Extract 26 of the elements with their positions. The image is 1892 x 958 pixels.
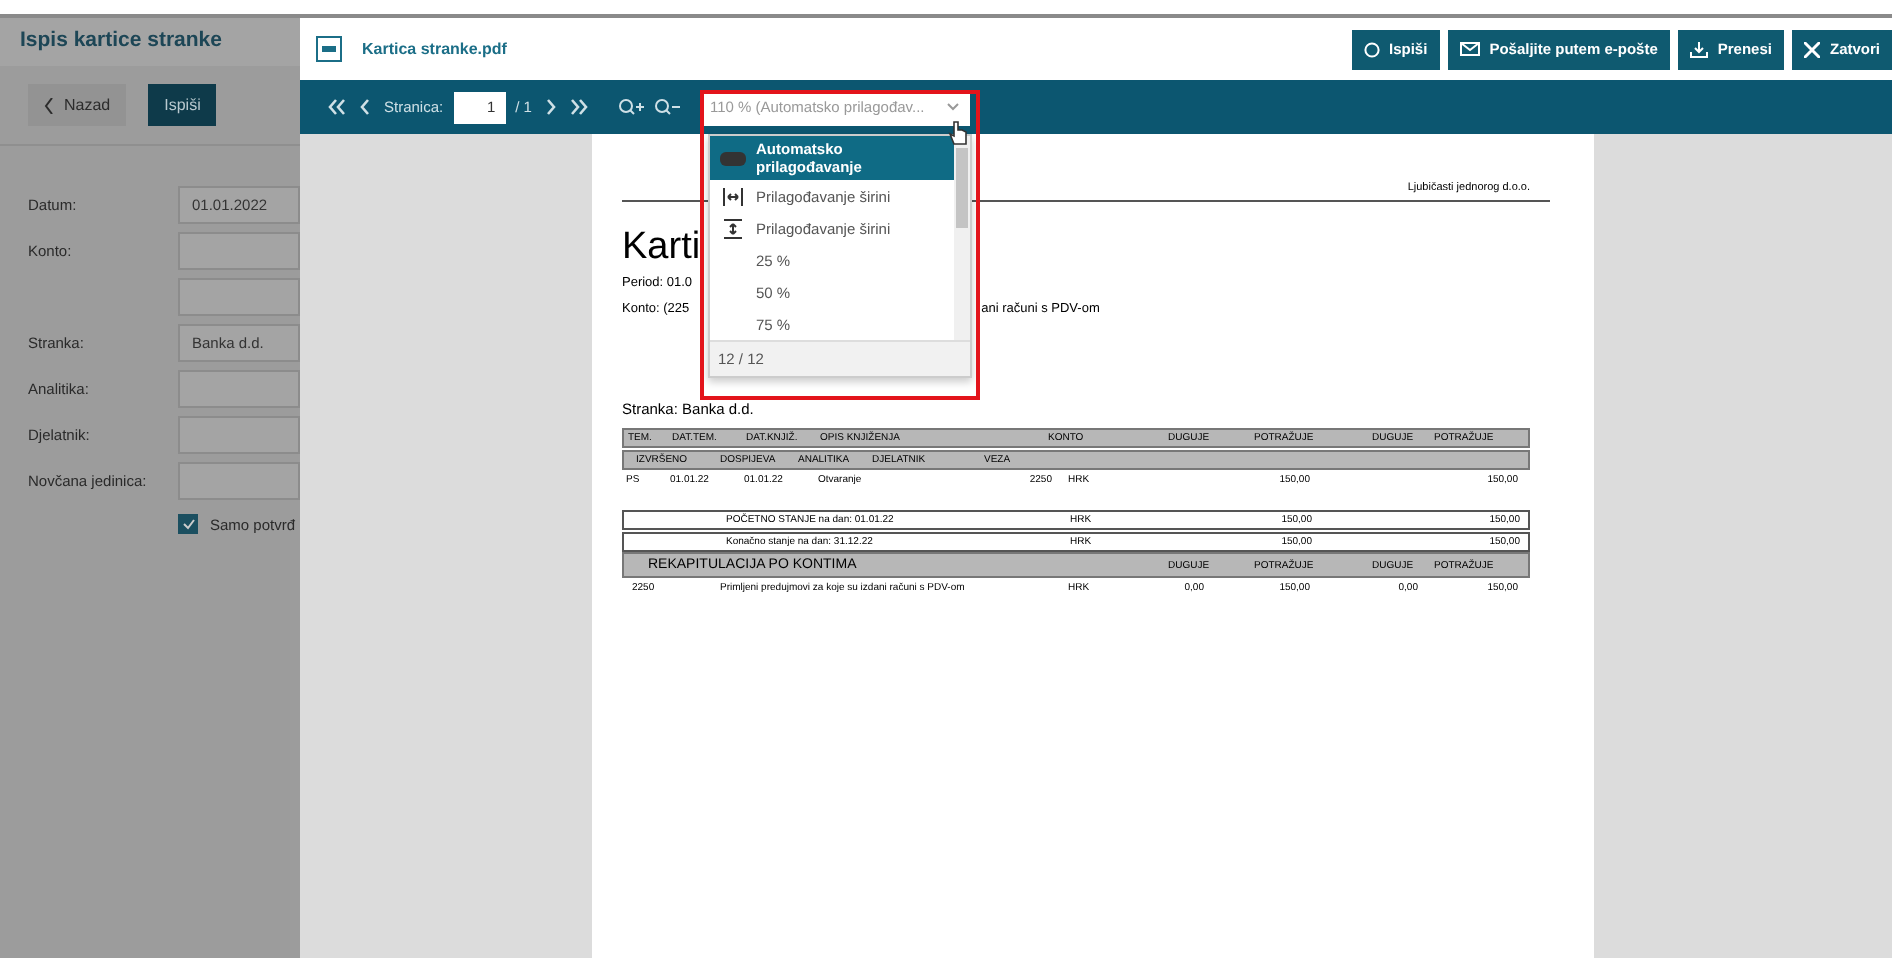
pdf-file-icon	[316, 36, 342, 62]
fit-height-icon	[723, 217, 741, 239]
print-button[interactable]: Ispiši	[148, 84, 217, 126]
input-field[interactable]	[178, 370, 300, 408]
zoom-in-icon[interactable]	[617, 98, 644, 116]
back-button[interactable]: Nazad	[28, 84, 127, 126]
mail-icon	[1459, 42, 1480, 56]
zoom-out-icon[interactable]	[653, 98, 680, 116]
input-field[interactable]	[178, 278, 300, 316]
file-name: Kartica stranke.pdf	[362, 40, 509, 58]
caret-icon	[945, 102, 960, 112]
input-field[interactable]	[178, 416, 300, 454]
close-icon	[1803, 41, 1820, 57]
fit-width-icon	[721, 187, 743, 205]
document-title: Karti	[622, 226, 701, 268]
first-page-icon[interactable]	[328, 98, 346, 116]
next-page-icon[interactable]	[541, 98, 560, 116]
previous-page-icon[interactable]	[356, 98, 374, 116]
input-field[interactable]	[178, 462, 300, 500]
page-title: Ispis kartice stranke	[0, 18, 300, 66]
checkbox[interactable]	[178, 514, 198, 534]
scrollbar[interactable]	[954, 136, 970, 340]
last-page-icon[interactable]	[569, 98, 588, 116]
download-icon	[1689, 41, 1708, 57]
chevron-left-icon	[44, 97, 54, 113]
input-field[interactable]	[178, 232, 300, 270]
